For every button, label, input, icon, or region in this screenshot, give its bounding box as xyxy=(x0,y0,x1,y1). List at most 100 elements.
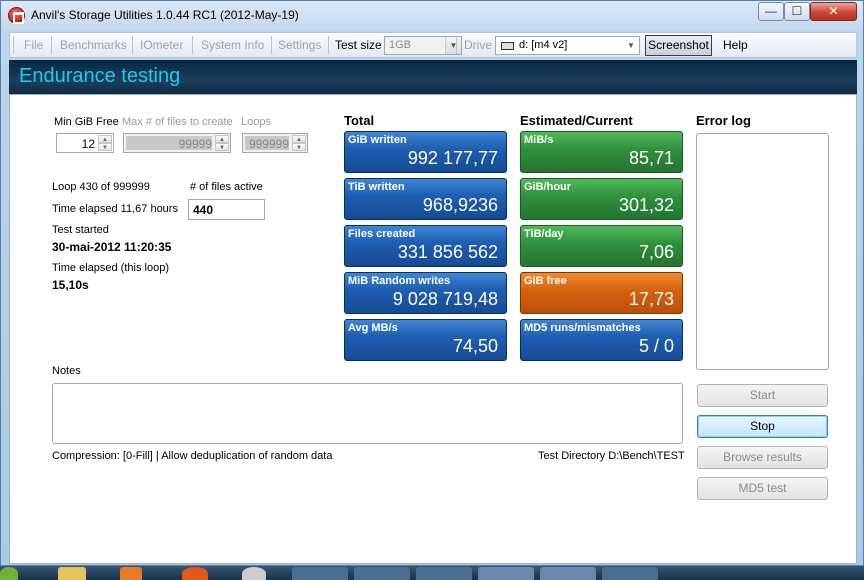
tile-label: TiB/day xyxy=(524,228,564,240)
folder-icon[interactable] xyxy=(58,567,86,580)
title-bar[interactable]: Anvil's Storage Utilities 1.0.44 RC1 (20… xyxy=(1,1,863,31)
error-log-box[interactable] xyxy=(696,133,829,370)
arrow-down-icon[interactable]: ▼ xyxy=(292,143,306,151)
tool-icon[interactable] xyxy=(242,567,266,580)
close-button[interactable]: ✕ xyxy=(810,2,857,21)
arrow-up-icon[interactable]: ▲ xyxy=(292,135,306,143)
spinner-arrows[interactable]: ▲ ▼ xyxy=(292,135,306,151)
md5-test-button[interactable]: MD5 test xyxy=(697,477,828,500)
tile-value: 331 856 562 xyxy=(397,242,498,262)
tile-value: 301,32 xyxy=(618,195,674,215)
stop-button[interactable]: Stop xyxy=(697,415,828,438)
drive-select[interactable]: d: [m4 v2] ▼ xyxy=(495,36,640,55)
max-files-spinner[interactable]: 99999 ▲ ▼ xyxy=(123,133,231,153)
menu-separator xyxy=(271,36,272,54)
start-button[interactable]: Start xyxy=(697,384,828,407)
loops-spinner[interactable]: 999999 ▲ ▼ xyxy=(242,133,308,153)
taskbar-window-icon[interactable] xyxy=(354,567,410,580)
anvil-taskbar-icon[interactable] xyxy=(540,567,596,580)
tile-label: Avg MB/s xyxy=(348,322,398,334)
page-title: Endurance testing xyxy=(19,65,181,87)
anvil-app-icon xyxy=(8,7,25,24)
menu-file[interactable]: File xyxy=(24,38,43,52)
test-size-value: 1GB xyxy=(389,39,412,51)
tile-label: GiB written xyxy=(348,134,407,146)
menu-iometer[interactable]: IOmeter xyxy=(140,38,183,52)
tile-mib-random-writes: MiB Random writes 9 028 719,48 xyxy=(344,272,507,314)
anvil-taskbar-icon[interactable] xyxy=(478,567,534,580)
spinner-arrows[interactable]: ▲ ▼ xyxy=(98,135,112,151)
window-title: Anvil's Storage Utilities 1.0.44 RC1 (20… xyxy=(31,8,299,22)
loops-label: Loops xyxy=(241,116,271,128)
maximize-button[interactable]: ☐ xyxy=(784,2,810,21)
totals-heading: Total xyxy=(344,113,375,128)
menu-separator xyxy=(456,36,457,54)
menu-separator xyxy=(132,36,133,54)
loops-value: 999999 xyxy=(248,137,289,151)
menu-separator xyxy=(192,36,193,54)
min-gib-free-spinner[interactable]: 12 ▲ ▼ xyxy=(56,133,114,153)
menu-separator xyxy=(51,36,52,54)
files-active-field[interactable]: 440 xyxy=(188,199,265,220)
test-started-value: 30-mai-2012 11:20:35 xyxy=(52,240,172,254)
tile-label: MiB Random writes xyxy=(348,275,451,287)
menu-help[interactable]: Help xyxy=(723,38,748,52)
time-elapsed-loop-label: Time elapsed (this loop) xyxy=(52,262,169,274)
spinner-arrows[interactable]: ▲ ▼ xyxy=(215,135,229,151)
menu-system-info[interactable]: System Info xyxy=(201,38,264,52)
files-active-label: # of files active xyxy=(190,181,263,193)
tile-label: Files created xyxy=(348,228,416,240)
menu-benchmarks[interactable]: Benchmarks xyxy=(60,38,127,52)
time-elapsed-loop-value: 15,10s xyxy=(52,278,89,292)
taskbar-window-icon[interactable] xyxy=(602,567,658,580)
drive-value: d: [m4 v2] xyxy=(519,39,568,51)
minimize-button[interactable]: — xyxy=(758,2,784,21)
tile-value: 7,06 xyxy=(638,242,674,262)
chevron-down-icon[interactable]: ▼ xyxy=(445,37,461,54)
error-log-label: Error log xyxy=(696,113,751,128)
start-orb-icon[interactable] xyxy=(0,567,18,580)
estimates-heading: Estimated/Current xyxy=(520,113,633,128)
arrow-down-icon[interactable]: ▼ xyxy=(98,143,112,151)
menu-bar: File Benchmarks IOmeter System Info Sett… xyxy=(9,32,857,58)
arrow-up-icon[interactable]: ▲ xyxy=(98,135,112,143)
test-directory: Test Directory D:\Bench\TEST xyxy=(538,450,685,462)
tile-gib-free: GiB free 17,73 xyxy=(520,272,683,314)
tile-value: 5 / 0 xyxy=(638,336,674,356)
tile-value: 17,73 xyxy=(628,289,674,309)
arrow-down-icon[interactable]: ▼ xyxy=(215,143,229,151)
compression-info: Compression: [0-Fill] | Allow deduplicat… xyxy=(52,450,333,462)
max-files-value: 99999 xyxy=(178,137,212,151)
media-player-icon[interactable] xyxy=(120,567,142,580)
tile-files-created: Files created 331 856 562 xyxy=(344,225,507,267)
taskbar-window-icon[interactable] xyxy=(416,567,472,580)
time-elapsed: Time elapsed 11,67 hours xyxy=(52,203,178,215)
tile-value: 9 028 719,48 xyxy=(392,289,498,309)
tile-gib-written: GiB written 992 177,77 xyxy=(344,131,507,173)
menu-separator xyxy=(328,36,329,54)
tile-tib-written: TiB written 968,9236 xyxy=(344,178,507,220)
test-size-label: Test size xyxy=(335,38,382,52)
test-size-select[interactable]: 1GB ▼ xyxy=(384,36,462,55)
tile-label: MD5 runs/mismatches xyxy=(524,322,641,334)
tile-label: MiB/s xyxy=(524,134,554,146)
tile-mibs: MiB/s 85,71 xyxy=(520,131,683,173)
loop-counter: Loop 430 of 999999 xyxy=(52,181,150,193)
screenshot-button[interactable]: Screenshot xyxy=(645,35,712,56)
notes-field[interactable] xyxy=(52,383,683,444)
taskbar-window-icon[interactable] xyxy=(292,567,348,580)
app-window: Anvil's Storage Utilities 1.0.44 RC1 (20… xyxy=(0,0,864,566)
firefox-icon[interactable] xyxy=(182,567,208,580)
tile-label: GiB/hour xyxy=(524,181,572,193)
tile-value: 992 177,77 xyxy=(407,148,498,168)
min-gib-free-value: 12 xyxy=(81,137,95,151)
drive-icon xyxy=(501,42,514,50)
notes-label: Notes xyxy=(52,365,81,377)
chevron-down-icon[interactable]: ▼ xyxy=(623,37,639,54)
arrow-up-icon[interactable]: ▲ xyxy=(215,135,229,143)
taskbar xyxy=(0,566,864,580)
tile-label: TiB written xyxy=(348,181,405,193)
tile-value: 85,71 xyxy=(628,148,674,168)
menu-settings[interactable]: Settings xyxy=(278,38,321,52)
browse-results-button[interactable]: Browse results xyxy=(697,446,828,469)
